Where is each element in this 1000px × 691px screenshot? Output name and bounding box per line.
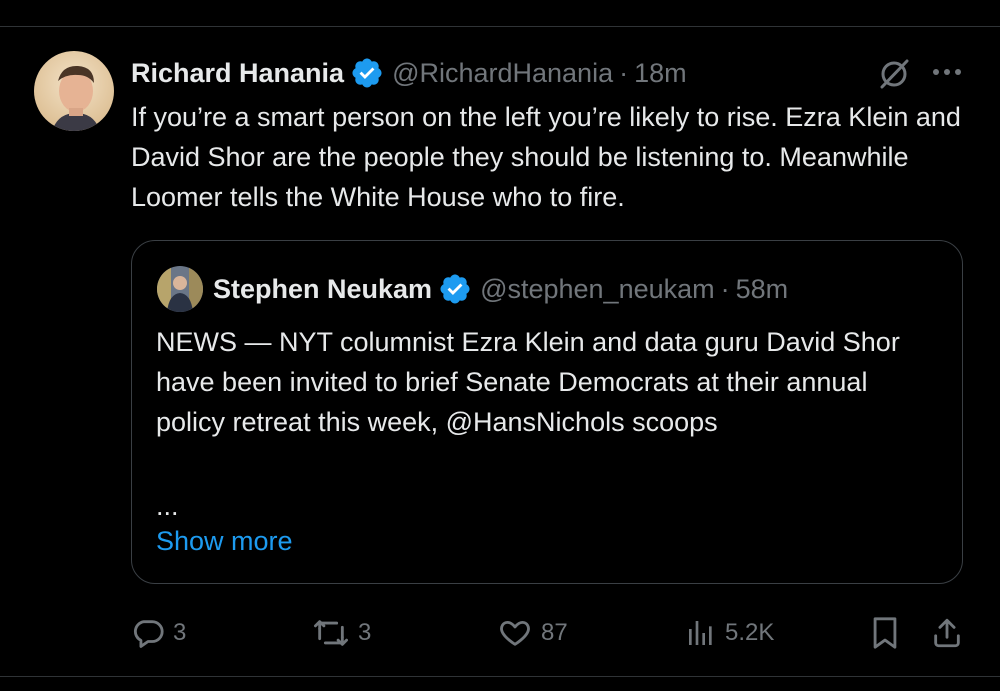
share-icon — [930, 616, 964, 650]
like-count: 87 — [541, 619, 568, 646]
tweet-frame: Richard Hanania @RichardHanania · 18m If… — [0, 0, 1000, 691]
bookmark-button[interactable] — [870, 612, 900, 654]
repost-button[interactable]: 3 — [312, 612, 371, 654]
quoted-author-handle[interactable]: @stephen_neukam — [480, 274, 715, 305]
tweet-action-bar: 3 3 87 5.2K — [0, 612, 1000, 654]
top-divider — [0, 26, 1000, 27]
quoted-tweet-card[interactable]: Stephen Neukam @stephen_neukam · 58m NEW… — [131, 240, 963, 584]
tweet-header: Richard Hanania @RichardHanania · 18m — [131, 53, 687, 93]
views-button[interactable]: 5.2K — [685, 612, 774, 654]
quoted-author-name[interactable]: Stephen Neukam — [213, 274, 432, 305]
bookmark-icon — [870, 616, 900, 650]
author-name[interactable]: Richard Hanania — [131, 58, 344, 89]
tweet-timestamp[interactable]: 18m — [634, 58, 687, 89]
quoted-header-separator: · — [720, 273, 730, 304]
quoted-tweet-text: NEWS — NYT columnist Ezra Klein and data… — [156, 327, 900, 437]
author-handle[interactable]: @RichardHanania — [392, 58, 613, 89]
bottom-divider — [0, 676, 1000, 677]
tweet-text: If you’re a smart person on the left you… — [131, 102, 961, 212]
reply-count: 3 — [173, 619, 187, 646]
quoted-tweet-ellipsis: ... — [156, 491, 179, 521]
repost-icon — [312, 616, 350, 650]
reply-icon — [131, 616, 165, 650]
quoted-tweet-timestamp[interactable]: 58m — [736, 274, 789, 305]
quoted-author-avatar[interactable] — [157, 266, 203, 312]
reply-button[interactable]: 3 — [131, 612, 186, 654]
views-count: 5.2K — [725, 619, 775, 646]
verified-badge-icon — [350, 56, 384, 90]
like-button[interactable]: 87 — [497, 612, 568, 654]
views-icon — [685, 616, 717, 650]
more-icon[interactable] — [930, 62, 964, 82]
author-avatar[interactable] — [34, 51, 114, 131]
like-icon — [497, 616, 533, 650]
quoted-tweet-header: Stephen Neukam @stephen_neukam · 58m — [213, 269, 788, 309]
header-separator: · — [619, 57, 629, 88]
verified-badge-icon — [438, 272, 472, 306]
repost-count: 3 — [358, 619, 372, 646]
grok-icon[interactable] — [876, 56, 912, 92]
share-button[interactable] — [930, 612, 964, 654]
show-more-link[interactable]: Show more — [156, 521, 293, 561]
